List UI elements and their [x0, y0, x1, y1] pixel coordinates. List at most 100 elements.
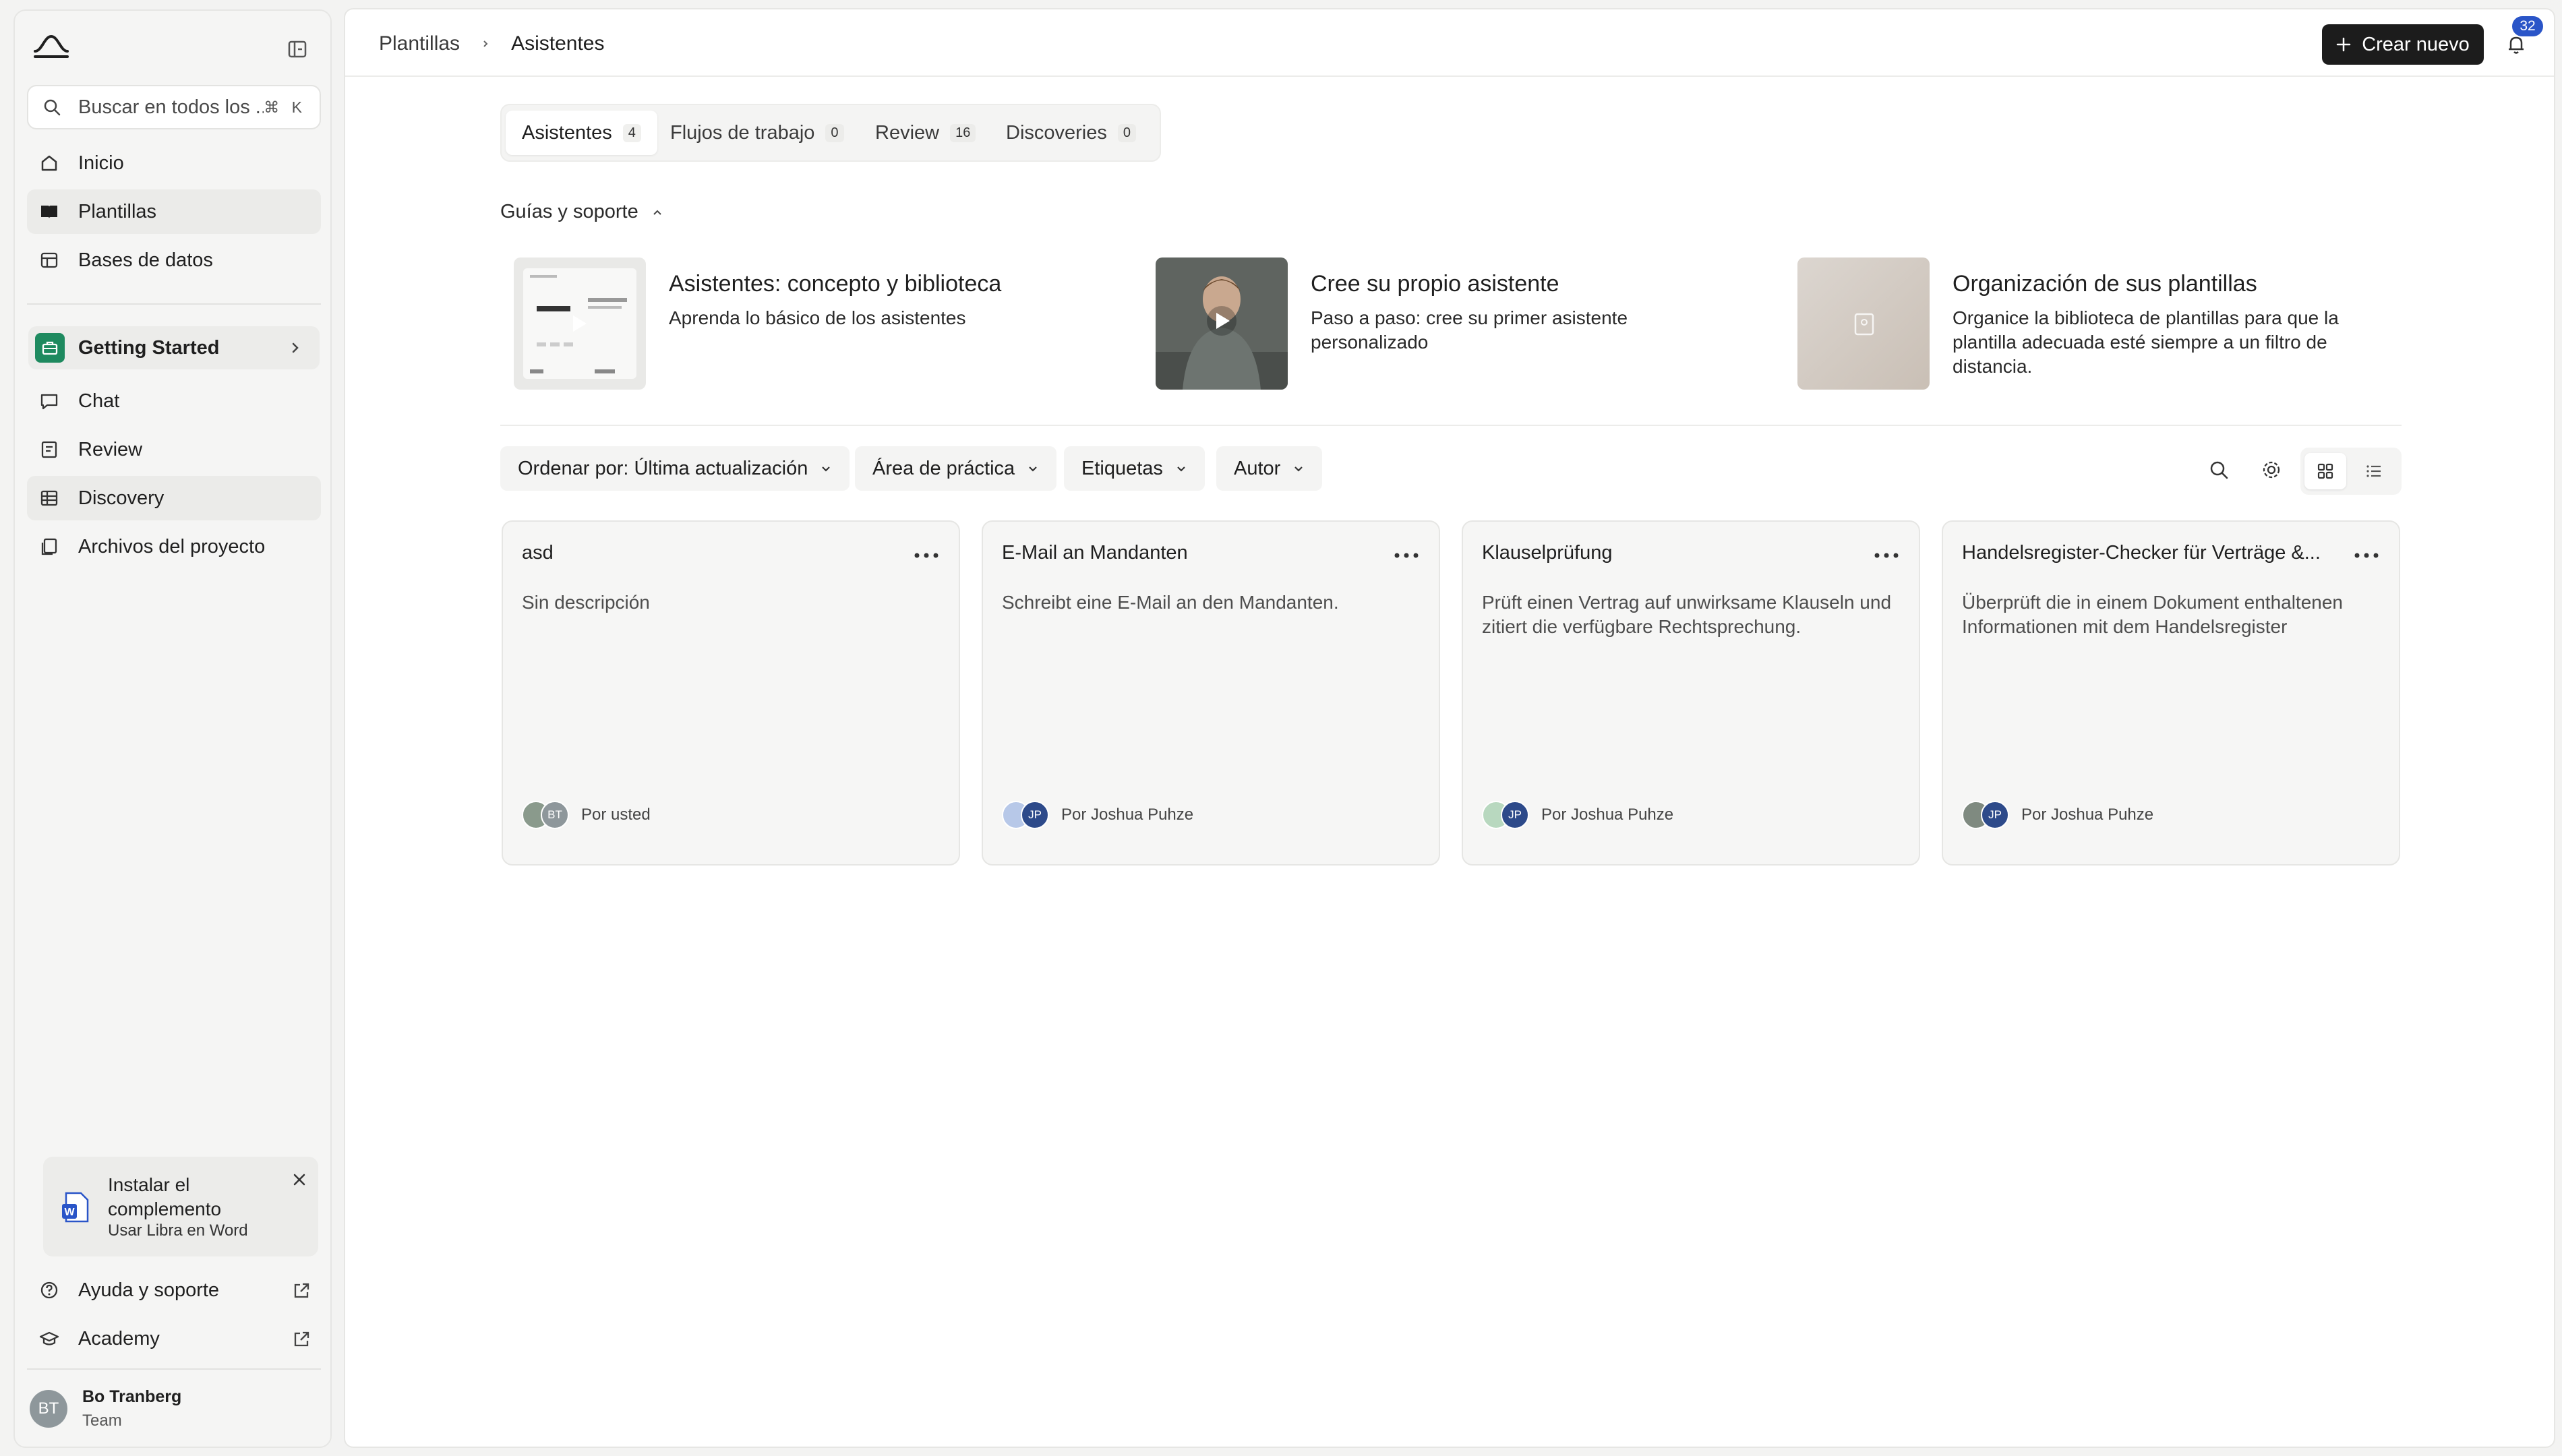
author-name: Por usted [581, 806, 651, 824]
guide-description: Paso a paso: cree su primer asistente pe… [1311, 307, 1628, 353]
chevron-up-icon [651, 206, 664, 219]
sidebar-item-label: Archivos del proyecto [78, 535, 266, 557]
sidebar-collapse-icon[interactable] [287, 39, 314, 62]
list-view-icon[interactable] [2353, 453, 2395, 489]
tab-count: 0 [825, 123, 844, 142]
search-input[interactable]: Buscar en todos los ... ⌘ K [27, 85, 321, 129]
card-title: Klauselprüfung [1482, 542, 1613, 564]
guide-card[interactable]: Cree su propio asistente Paso a paso: cr… [1156, 257, 1749, 390]
help-icon [39, 1280, 59, 1300]
svg-text:W: W [64, 1207, 75, 1218]
sort-dropdown[interactable]: Ordenar por: Última actualización [500, 446, 850, 491]
user-name: Bo Tranberg [82, 1387, 182, 1406]
avatar-initials: JP [1981, 801, 2009, 829]
sidebar-item-review[interactable]: Review [27, 427, 321, 472]
avatar: JP [1482, 801, 1532, 829]
tab-flujos-de-trabajo[interactable]: Flujos de trabajo 0 [654, 111, 860, 155]
addin-title: Instalar el complemento [108, 1174, 222, 1219]
sidebar-item-discovery[interactable]: Discovery [27, 476, 321, 520]
top-bar: Plantillas Asistentes Crear nuevo 32 [345, 9, 2554, 77]
avatar: JP [1002, 801, 1052, 829]
breadcrumb-asistentes: Asistentes [511, 32, 605, 55]
search-icon[interactable] [2207, 458, 2230, 481]
more-options-icon[interactable] [2353, 551, 2380, 559]
avatar-initials: JP [1501, 801, 1529, 829]
more-options-icon[interactable] [1873, 551, 1900, 559]
project-label: Getting Started [78, 336, 220, 359]
grid-view-icon[interactable] [2304, 453, 2346, 489]
tab-count: 4 [622, 123, 641, 142]
video-thumbnail[interactable] [1156, 257, 1288, 390]
external-link-icon [291, 1281, 311, 1301]
guide-description: Organice la biblioteca de plantillas par… [1953, 307, 2339, 377]
briefcase-icon [35, 333, 65, 363]
sidebar-item-chat[interactable]: Chat [27, 379, 321, 423]
guide-card[interactable]: Organización de sus plantillas Organice … [1797, 257, 2391, 390]
video-thumbnail[interactable] [514, 257, 646, 390]
external-link-icon [291, 1329, 311, 1349]
guide-title: Organización de sus plantillas [1953, 271, 2257, 297]
sidebar-divider [27, 1368, 321, 1370]
settings-gear-icon[interactable] [2260, 458, 2283, 481]
guide-card[interactable]: Asistentes: concepto y biblioteca Aprend… [514, 257, 1107, 390]
close-icon[interactable] [290, 1170, 309, 1189]
assistant-card[interactable]: Handelsregister-Checker für Verträge &..… [1942, 520, 2400, 866]
create-new-button[interactable]: Crear nuevo [2322, 24, 2484, 65]
sidebar-item-bases-de-datos[interactable]: Bases de datos [27, 238, 321, 282]
sidebar-item-plantillas[interactable]: Plantillas [27, 189, 321, 234]
more-options-icon[interactable] [913, 551, 940, 559]
book-icon [39, 202, 59, 222]
guide-title: Cree su propio asistente [1311, 271, 1559, 297]
template-tabs: Asistentes 4 Flujos de trabajo 0 Review … [500, 104, 1161, 162]
card-title: Handelsregister-Checker für Verträge &..… [1962, 542, 2321, 564]
sidebar-item-ayuda[interactable]: Ayuda y soporte [27, 1269, 321, 1312]
author-name: Por Joshua Puhze [1541, 806, 1674, 824]
author-dropdown[interactable]: Autor [1216, 446, 1323, 491]
assistant-card[interactable]: Klauselprüfung Prüft einen Vertrag auf u… [1462, 520, 1920, 866]
author-name: Por Joshua Puhze [1061, 806, 1194, 824]
avatar: BT [522, 801, 572, 829]
section-divider [500, 425, 2402, 426]
avatar-initials: BT [541, 801, 569, 829]
chevron-down-icon [1175, 462, 1187, 475]
tab-discoveries[interactable]: Discoveries 0 [990, 111, 1152, 155]
sidebar-item-label: Review [78, 438, 143, 460]
tab-label: Discoveries [1006, 121, 1107, 144]
user-profile[interactable]: BT Bo Tranberg Team [16, 1386, 313, 1433]
sidebar-divider [27, 303, 321, 305]
assistant-card[interactable]: asd Sin descripción BT Por usted [502, 520, 960, 866]
tab-count: 16 [950, 123, 976, 142]
tab-review[interactable]: Review 16 [859, 111, 992, 155]
create-new-label: Crear nuevo [2362, 33, 2470, 55]
addin-promo[interactable]: W Instalar el complemento Usar Libra en … [43, 1157, 318, 1256]
tab-label: Review [875, 121, 940, 144]
avatar: BT [30, 1390, 67, 1428]
practice-area-dropdown[interactable]: Área de práctica [855, 446, 1057, 491]
assistant-card[interactable]: E-Mail an Mandanten Schreibt eine E-Mail… [982, 520, 1440, 866]
project-getting-started[interactable]: Getting Started [28, 326, 320, 369]
notification-badge: 32 [2512, 16, 2543, 36]
sidebar-item-label: Chat [78, 390, 120, 412]
tab-asistentes[interactable]: Asistentes 4 [506, 111, 657, 155]
sidebar-item-archivos[interactable]: Archivos del proyecto [27, 524, 321, 569]
more-options-icon[interactable] [1393, 551, 1420, 559]
breadcrumb-plantillas[interactable]: Plantillas [379, 32, 460, 55]
sidebar-item-label: Discovery [78, 487, 165, 509]
sidebar-item-academy[interactable]: Academy [27, 1317, 321, 1360]
review-icon [39, 439, 59, 460]
card-author: JP Por Joshua Puhze [1482, 801, 1673, 829]
search-icon [42, 97, 62, 117]
sidebar-item-inicio[interactable]: Inicio [27, 141, 321, 185]
avatar: JP [1962, 801, 2012, 829]
app-logo-icon[interactable] [32, 31, 70, 61]
image-thumbnail[interactable] [1797, 257, 1930, 390]
chevron-right-icon [287, 340, 303, 356]
guides-toggle[interactable]: Guías y soporte [500, 201, 664, 223]
tab-label: Flujos de trabajo [670, 121, 815, 144]
graduation-icon [39, 1329, 59, 1349]
tags-dropdown[interactable]: Etiquetas [1064, 446, 1205, 491]
files-icon [39, 537, 59, 557]
plus-icon [2336, 37, 2351, 52]
author-label: Autor [1234, 457, 1281, 479]
sidebar-item-label: Bases de datos [78, 249, 213, 271]
